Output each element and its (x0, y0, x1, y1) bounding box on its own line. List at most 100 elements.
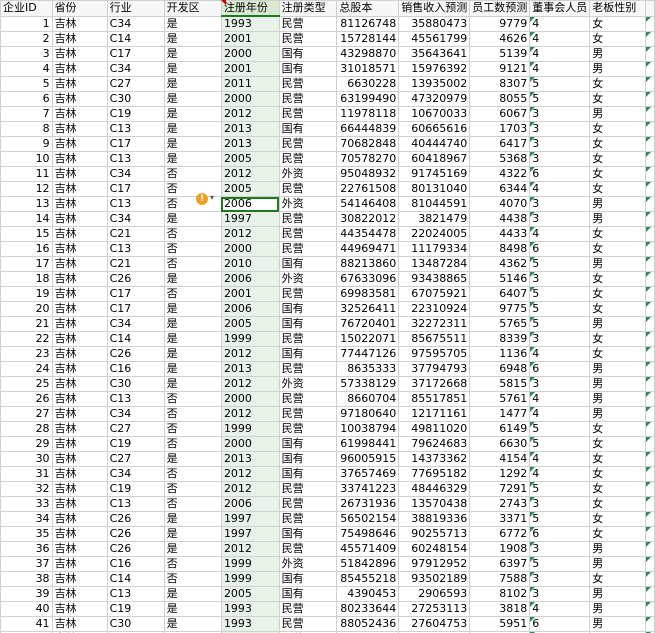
cell[interactable] (645, 301, 655, 317)
cell[interactable]: 9 (0, 136, 53, 152)
cell[interactable]: 2005 (220, 181, 280, 197)
cell[interactable]: 1993 (220, 601, 280, 617)
column-header-1[interactable]: 省份 (51, 0, 108, 17)
cell[interactable]: 67075921 (398, 286, 471, 302)
cell[interactable] (645, 31, 655, 47)
cell[interactable] (645, 511, 655, 527)
cell[interactable] (645, 571, 655, 587)
cell[interactable]: 女 (589, 136, 647, 152)
cell[interactable]: C13 (106, 241, 165, 257)
cell[interactable]: 女 (589, 436, 647, 452)
cell[interactable]: 女 (589, 346, 647, 362)
cell[interactable]: 3 (529, 211, 591, 227)
cell[interactable]: 吉林 (51, 466, 108, 482)
cell[interactable]: 8635333 (336, 361, 400, 377)
cell[interactable]: 66444839 (336, 121, 400, 137)
cell[interactable]: 49811020 (398, 421, 471, 437)
cell[interactable]: 5 (529, 301, 591, 317)
cell[interactable]: 6149 (469, 421, 531, 437)
cell[interactable]: C19 (106, 601, 165, 617)
cell[interactable]: 2012 (220, 406, 280, 422)
cell[interactable] (645, 76, 655, 92)
cell[interactable]: 女 (589, 15, 647, 32)
cell[interactable]: 23 (0, 346, 53, 362)
cell[interactable]: 51842896 (336, 556, 400, 572)
cell[interactable]: 6 (0, 91, 53, 107)
cell[interactable]: 85455218 (336, 571, 400, 587)
cell[interactable]: 3 (529, 541, 591, 557)
cell[interactable]: 否 (163, 406, 222, 422)
cell[interactable] (645, 241, 655, 257)
cell[interactable]: 吉林 (51, 256, 108, 272)
cell[interactable] (645, 106, 655, 122)
cell[interactable]: 6630 (469, 436, 531, 452)
cell[interactable] (645, 316, 655, 332)
cell[interactable]: 外资 (278, 166, 338, 182)
cell[interactable]: 2005 (220, 316, 280, 332)
cell[interactable]: 17 (0, 256, 53, 272)
cell[interactable]: 是 (163, 511, 222, 527)
cell[interactable]: 国有 (278, 256, 338, 272)
cell[interactable]: 5815 (469, 376, 531, 392)
cell[interactable]: C21 (106, 226, 165, 242)
cell[interactable] (645, 46, 655, 62)
cell[interactable]: 3 (529, 196, 591, 212)
cell[interactable] (645, 481, 655, 497)
cell[interactable]: 否 (163, 286, 222, 302)
cell[interactable]: 27253113 (398, 601, 471, 617)
cell[interactable]: 外资 (278, 271, 338, 287)
cell[interactable]: 吉林 (51, 406, 108, 422)
cell[interactable]: 7 (0, 106, 53, 122)
cell[interactable]: C17 (106, 181, 165, 197)
cell[interactable]: 85517851 (398, 391, 471, 407)
cell[interactable]: 7291 (469, 481, 531, 497)
cell[interactable]: 32272311 (398, 316, 471, 332)
cell[interactable]: C13 (106, 586, 165, 602)
cell[interactable]: 88213860 (336, 256, 400, 272)
cell[interactable]: C30 (106, 91, 165, 107)
cell[interactable]: 1 (0, 15, 53, 32)
cell[interactable]: 5 (529, 436, 591, 452)
cell[interactable]: 10670033 (398, 106, 471, 122)
cell[interactable]: 是 (163, 586, 222, 602)
cell[interactable]: 13570438 (398, 496, 471, 512)
cell[interactable]: 15 (0, 226, 53, 242)
cell[interactable]: 吉林 (51, 511, 108, 527)
cell[interactable] (645, 136, 655, 152)
cell[interactable]: 91745169 (398, 166, 471, 182)
warning-icon[interactable]: ! (196, 193, 208, 205)
cell[interactable]: 1703 (469, 121, 531, 137)
cell[interactable]: 76720401 (336, 316, 400, 332)
cell[interactable]: 12171161 (398, 406, 471, 422)
cell[interactable]: 2012 (220, 226, 280, 242)
cell[interactable]: 是 (163, 331, 222, 347)
cell[interactable]: 是 (163, 211, 222, 227)
cell[interactable]: 32 (0, 481, 53, 497)
cell[interactable]: 2000 (220, 436, 280, 452)
cell[interactable]: 95048932 (336, 166, 400, 182)
column-header-4[interactable]: 注册年份 (220, 0, 280, 17)
cell[interactable]: 民营 (278, 106, 338, 122)
cell[interactable]: 36 (0, 541, 53, 557)
cell[interactable]: 4 (529, 451, 591, 467)
cell[interactable]: 6 (529, 166, 591, 182)
cell[interactable]: 民营 (278, 511, 338, 527)
cell[interactable]: 国有 (278, 436, 338, 452)
cell[interactable]: 6417 (469, 136, 531, 152)
cell[interactable]: C26 (106, 271, 165, 287)
cell[interactable] (645, 496, 655, 512)
cell[interactable]: 33741223 (336, 481, 400, 497)
cell[interactable]: 5 (529, 256, 591, 272)
cell[interactable]: 5 (529, 316, 591, 332)
cell[interactable]: 5 (0, 76, 53, 92)
cell[interactable]: 男 (589, 616, 647, 632)
cell[interactable]: 93438865 (398, 271, 471, 287)
cell[interactable]: 4 (529, 46, 591, 62)
cell[interactable]: 吉林 (51, 376, 108, 392)
cell[interactable] (645, 346, 655, 362)
cell[interactable]: 女 (589, 451, 647, 467)
cell[interactable]: 5951 (469, 616, 531, 632)
cell[interactable]: 81044591 (398, 196, 471, 212)
cell[interactable]: 是 (163, 451, 222, 467)
cell[interactable]: 2000 (220, 91, 280, 107)
